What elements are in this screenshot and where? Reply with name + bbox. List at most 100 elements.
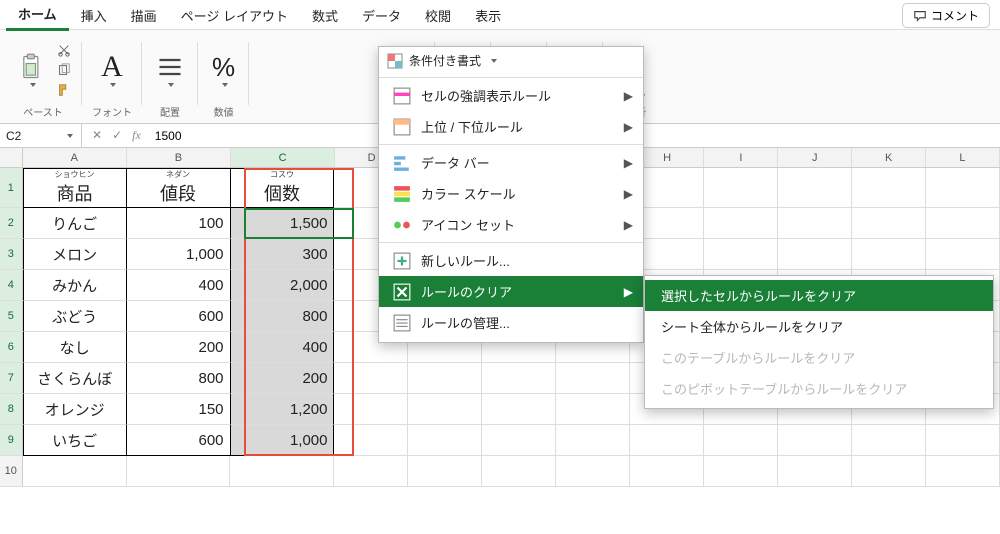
cell-I9[interactable] — [704, 425, 778, 456]
tab-home[interactable]: ホーム — [6, 0, 69, 31]
clear-rules-selected-cells[interactable]: 選択したセルからルールをクリア — [645, 280, 993, 311]
cell-B4[interactable]: 400 — [127, 270, 231, 301]
cell-L9[interactable] — [926, 425, 1000, 456]
cut-icon[interactable] — [56, 42, 72, 58]
fx-icon[interactable]: fx — [132, 128, 141, 143]
row-header-1[interactable]: 1 — [0, 168, 23, 208]
cell-G10[interactable] — [556, 456, 630, 487]
cell-A2[interactable]: りんご — [23, 208, 127, 239]
cell-C9[interactable]: 1,000 — [231, 425, 335, 456]
cell-H9[interactable] — [630, 425, 704, 456]
row-header-7[interactable]: 7 — [0, 363, 23, 394]
cell-B10[interactable] — [127, 456, 231, 487]
cell-I2[interactable] — [704, 208, 778, 239]
cell-F8[interactable] — [482, 394, 556, 425]
cell-C1[interactable]: コスウ 個数 — [231, 168, 335, 208]
row-header-10[interactable]: 10 — [0, 456, 23, 487]
cell-A3[interactable]: メロン — [23, 239, 127, 270]
cf-highlight-cells[interactable]: セルの強調表示ルール▶ — [379, 80, 643, 111]
tab-pagelayout[interactable]: ページ レイアウト — [169, 0, 300, 30]
cell-A6[interactable]: なし — [23, 332, 127, 363]
cf-manage-rules[interactable]: ルールの管理... — [379, 307, 643, 338]
cell-C2[interactable]: 1,500 — [231, 208, 335, 239]
cf-header[interactable]: 条件付き書式 — [379, 47, 643, 75]
comment-button[interactable]: コメント — [902, 3, 990, 28]
cell-A8[interactable]: オレンジ — [23, 394, 127, 425]
cell-J9[interactable] — [778, 425, 852, 456]
cf-icon-sets[interactable]: アイコン セット▶ — [379, 209, 643, 240]
cell-F7[interactable] — [482, 363, 556, 394]
cell-A9[interactable]: いちご — [23, 425, 127, 456]
col-header-J[interactable]: J — [778, 148, 852, 167]
cell-B7[interactable]: 800 — [127, 363, 231, 394]
cell-B5[interactable]: 600 — [127, 301, 231, 332]
tab-formulas[interactable]: 数式 — [300, 0, 350, 30]
cf-clear-rules[interactable]: ルールのクリア▶ — [379, 276, 643, 307]
cell-C8[interactable]: 1,200 — [231, 394, 335, 425]
copy-icon[interactable] — [56, 62, 72, 78]
cell-D8[interactable] — [334, 394, 408, 425]
cell-K3[interactable] — [852, 239, 926, 270]
col-header-K[interactable]: K — [852, 148, 926, 167]
cell-E8[interactable] — [408, 394, 482, 425]
confirm-icon[interactable]: ✓ — [112, 128, 122, 143]
row-header-3[interactable]: 3 — [0, 239, 23, 270]
row-header-8[interactable]: 8 — [0, 394, 23, 425]
align-button[interactable] — [152, 51, 188, 89]
tab-data[interactable]: データ — [350, 0, 413, 30]
cell-H10[interactable] — [630, 456, 704, 487]
cell-J10[interactable] — [778, 456, 852, 487]
cell-D7[interactable] — [334, 363, 408, 394]
format-painter-icon[interactable] — [56, 82, 72, 98]
cell-J2[interactable] — [778, 208, 852, 239]
cell-A1[interactable]: ショウヒン 商品 — [23, 168, 127, 208]
clear-rules-entire-sheet[interactable]: シート全体からルールをクリア — [645, 311, 993, 342]
col-header-B[interactable]: B — [127, 148, 231, 167]
cell-B8[interactable]: 150 — [127, 394, 231, 425]
col-header-C[interactable]: C — [231, 148, 335, 167]
cancel-icon[interactable]: ✕ — [92, 128, 102, 143]
cell-K1[interactable] — [852, 168, 926, 208]
cell-E9[interactable] — [408, 425, 482, 456]
cell-G8[interactable] — [556, 394, 630, 425]
cell-J1[interactable] — [778, 168, 852, 208]
cell-A7[interactable]: さくらんぼ — [23, 363, 127, 394]
cell-A5[interactable]: ぶどう — [23, 301, 127, 332]
cell-C10[interactable] — [230, 456, 334, 487]
row-header-6[interactable]: 6 — [0, 332, 23, 363]
cell-A4[interactable]: みかん — [23, 270, 127, 301]
select-all-corner[interactable] — [0, 148, 23, 167]
cell-I3[interactable] — [704, 239, 778, 270]
cell-E10[interactable] — [408, 456, 482, 487]
cell-B2[interactable]: 100 — [127, 208, 231, 239]
number-format-button[interactable]: % — [208, 51, 239, 89]
cell-B9[interactable]: 600 — [127, 425, 231, 456]
cell-F9[interactable] — [482, 425, 556, 456]
cell-C7[interactable]: 200 — [231, 363, 335, 394]
cell-A10[interactable] — [23, 456, 127, 487]
col-header-I[interactable]: I — [704, 148, 778, 167]
cell-I1[interactable] — [704, 168, 778, 208]
cell-D10[interactable] — [334, 456, 408, 487]
cell-G7[interactable] — [556, 363, 630, 394]
cell-E7[interactable] — [408, 363, 482, 394]
cell-C4[interactable]: 2,000 — [231, 270, 335, 301]
cell-B6[interactable]: 200 — [127, 332, 231, 363]
cell-L3[interactable] — [926, 239, 1000, 270]
cell-K2[interactable] — [852, 208, 926, 239]
row-header-5[interactable]: 5 — [0, 301, 23, 332]
tab-insert[interactable]: 挿入 — [69, 0, 119, 30]
tab-draw[interactable]: 描画 — [119, 0, 169, 30]
col-header-L[interactable]: L — [926, 148, 1000, 167]
cf-color-scales[interactable]: カラー スケール▶ — [379, 178, 643, 209]
cell-J3[interactable] — [778, 239, 852, 270]
cell-B3[interactable]: 1,000 — [127, 239, 231, 270]
cell-G9[interactable] — [556, 425, 630, 456]
cell-C3[interactable]: 300 — [231, 239, 335, 270]
cf-new-rule[interactable]: 新しいルール... — [379, 245, 643, 276]
col-header-A[interactable]: A — [23, 148, 127, 167]
row-header-2[interactable]: 2 — [0, 208, 23, 239]
cell-F10[interactable] — [482, 456, 556, 487]
tab-view[interactable]: 表示 — [463, 0, 513, 30]
cell-L1[interactable] — [926, 168, 1000, 208]
